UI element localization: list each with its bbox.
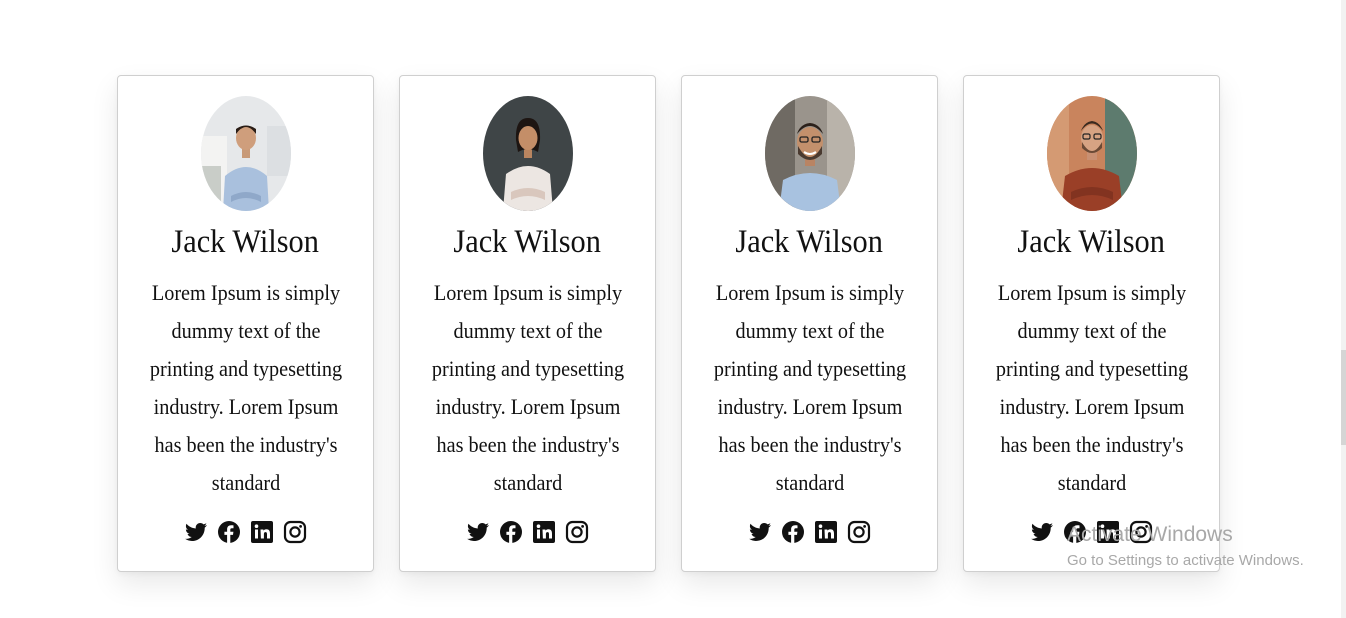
member-name: Jack Wilson — [1017, 224, 1166, 260]
social-links — [466, 520, 589, 544]
member-description: Lorem Ipsum is simply dummy text of the … — [995, 280, 1188, 495]
member-name: Jack Wilson — [171, 224, 320, 260]
scrollbar-thumb[interactable] — [1341, 350, 1346, 445]
linkedin-icon[interactable] — [814, 520, 838, 544]
team-card: Jack Wilson Lorem Ipsum is simply dummy … — [681, 75, 938, 572]
watermark-title: Activate Windows — [1067, 523, 1233, 546]
avatar — [482, 96, 573, 211]
twitter-icon[interactable] — [466, 520, 490, 544]
avatar — [764, 96, 855, 211]
team-card: Jack Wilson Lorem Ipsum is simply dummy … — [399, 75, 656, 572]
instagram-icon[interactable] — [565, 520, 589, 544]
instagram-icon[interactable] — [283, 520, 307, 544]
twitter-icon[interactable] — [1030, 520, 1054, 544]
member-name: Jack Wilson — [453, 224, 602, 260]
member-description: Lorem Ipsum is simply dummy text of the … — [431, 280, 624, 495]
watermark-subtitle: Go to Settings to activate Windows. — [1067, 552, 1304, 569]
facebook-icon[interactable] — [781, 520, 805, 544]
twitter-icon[interactable] — [184, 520, 208, 544]
twitter-icon[interactable] — [748, 520, 772, 544]
member-description: Lorem Ipsum is simply dummy text of the … — [149, 280, 342, 495]
team-card: Jack Wilson Lorem Ipsum is simply dummy … — [117, 75, 374, 572]
activate-windows-watermark: Activate Windows Go to Settings to activ… — [1067, 522, 1304, 571]
member-name: Jack Wilson — [735, 224, 884, 260]
avatar — [1046, 96, 1137, 211]
facebook-icon[interactable] — [499, 520, 523, 544]
linkedin-icon[interactable] — [532, 520, 556, 544]
social-links — [184, 520, 307, 544]
team-cards: Jack Wilson Lorem Ipsum is simply dummy … — [117, 75, 1220, 572]
avatar — [200, 96, 291, 211]
social-links — [748, 520, 871, 544]
vertical-scrollbar[interactable] — [1341, 0, 1346, 618]
linkedin-icon[interactable] — [250, 520, 274, 544]
team-card: Jack Wilson Lorem Ipsum is simply dummy … — [963, 75, 1220, 572]
member-description: Lorem Ipsum is simply dummy text of the … — [713, 280, 906, 495]
instagram-icon[interactable] — [847, 520, 871, 544]
facebook-icon[interactable] — [217, 520, 241, 544]
